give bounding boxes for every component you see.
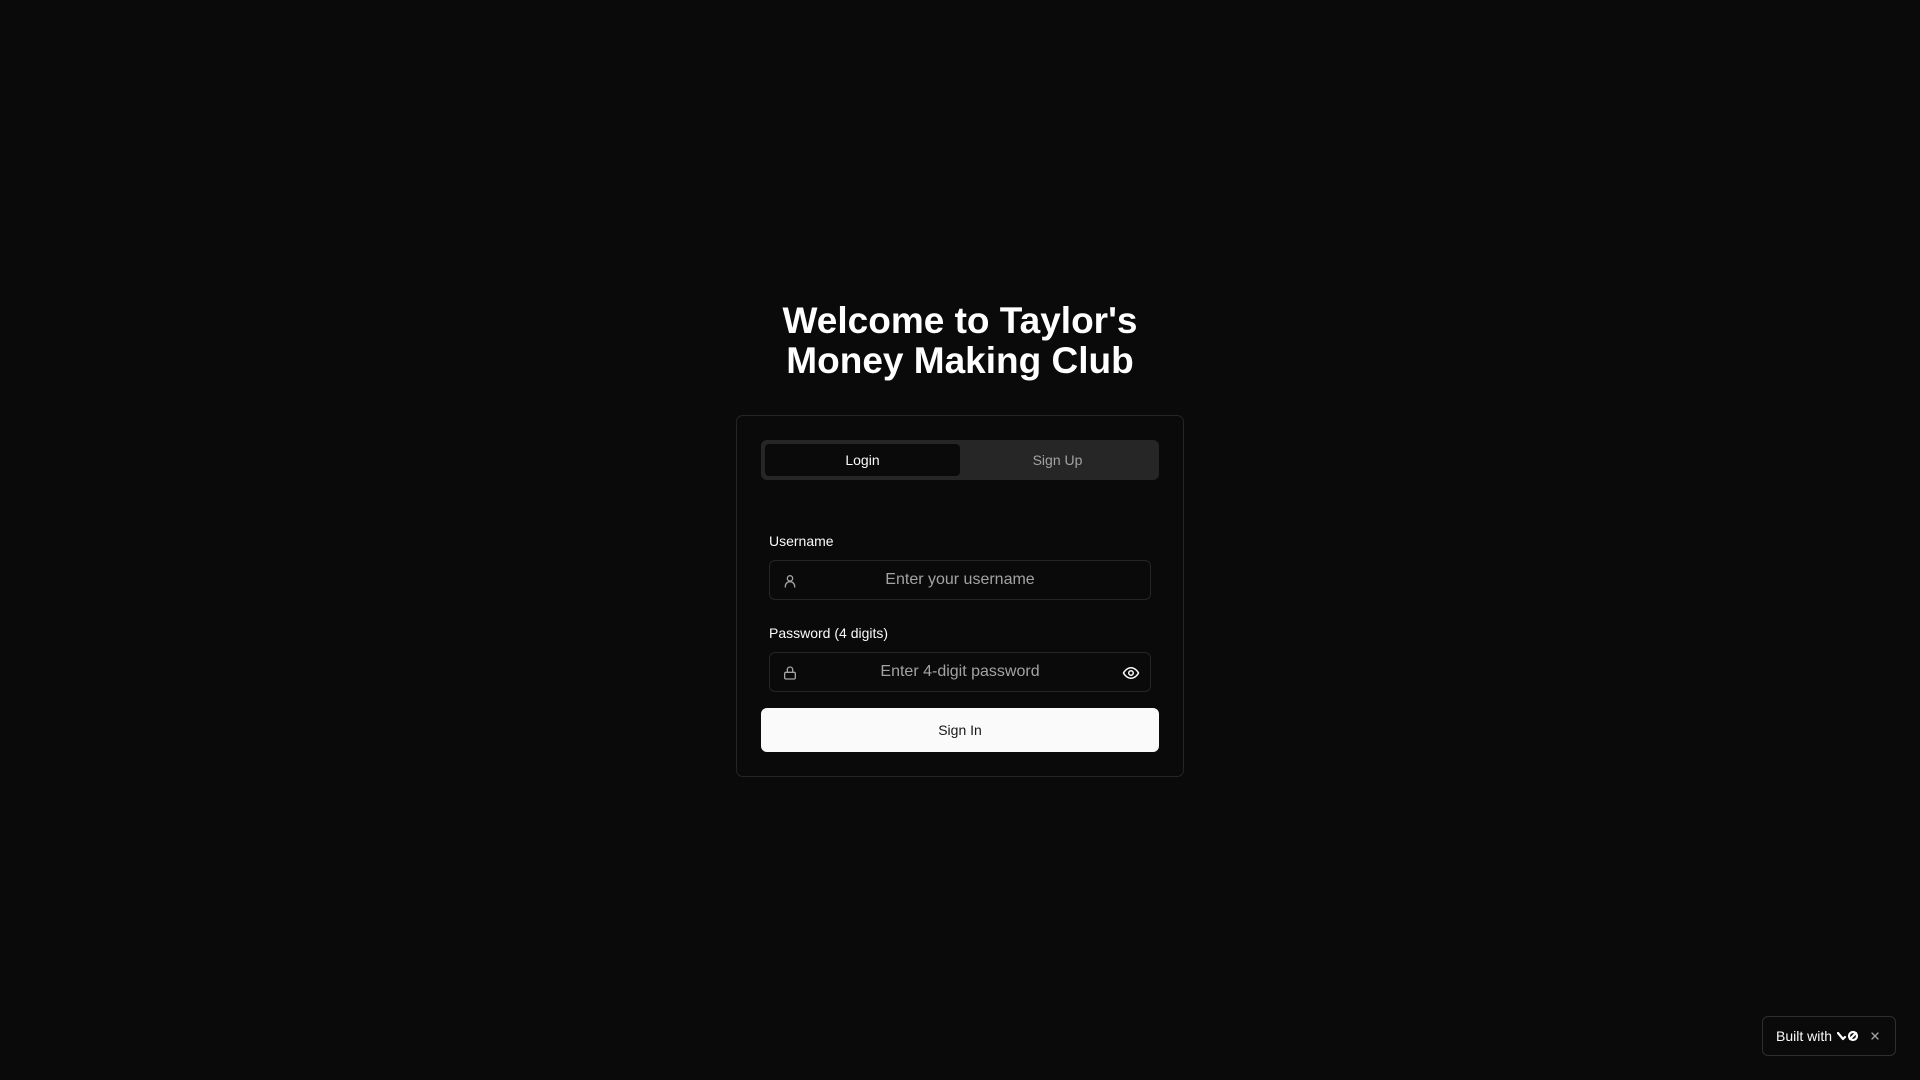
user-icon [784, 575, 796, 588]
username-field-wrapper [769, 560, 1151, 600]
tab-sign-up[interactable]: Sign Up [960, 444, 1155, 476]
username-label: Username [769, 533, 834, 549]
page-title: Welcome to Taylor's Money Making Club [0, 301, 1920, 381]
page-title-line-1: Welcome to Taylor's [782, 300, 1138, 341]
username-input[interactable] [770, 561, 1150, 599]
auth-tabs: Login Sign Up [761, 440, 1159, 480]
sign-in-button[interactable]: Sign In [761, 708, 1159, 752]
page-title-line-2: Money Making Club [786, 340, 1134, 381]
built-with-badge[interactable]: Built with [1762, 1016, 1896, 1056]
v0-logo-icon [1837, 1030, 1859, 1042]
tab-login[interactable]: Login [765, 444, 960, 476]
close-icon[interactable] [1869, 1030, 1881, 1042]
auth-card: Login Sign Up Username Password (4 digit… [736, 415, 1184, 777]
password-field-wrapper [769, 652, 1151, 692]
password-label: Password (4 digits) [769, 625, 889, 641]
eye-icon[interactable] [1122, 664, 1140, 682]
lock-icon [784, 666, 796, 680]
password-input[interactable] [770, 653, 1150, 691]
badge-label: Built with [1776, 1028, 1833, 1044]
